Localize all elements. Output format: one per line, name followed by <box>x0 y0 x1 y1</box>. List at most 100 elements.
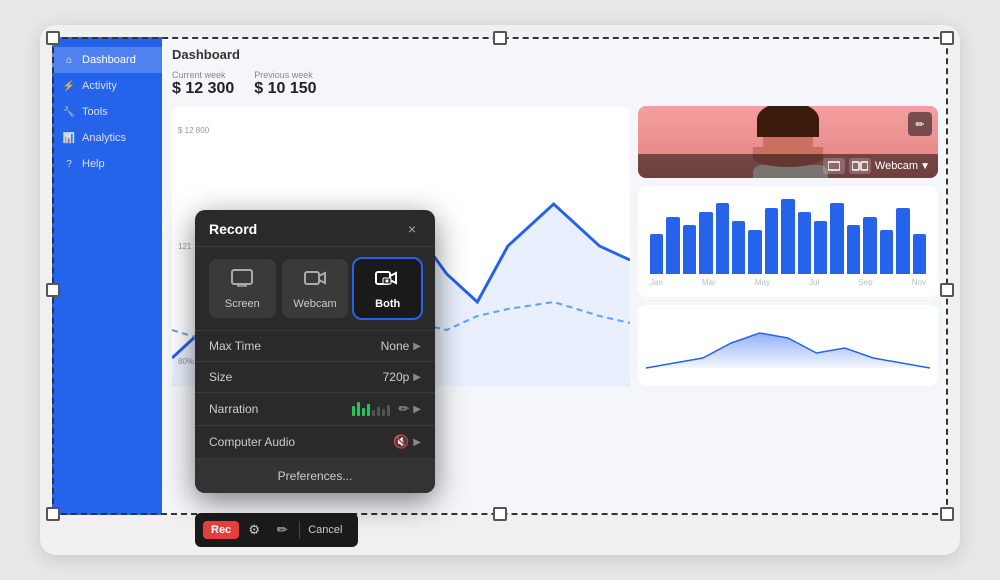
home-icon: ⌂ <box>62 53 76 67</box>
bar-item <box>830 203 843 274</box>
bar-item <box>798 212 811 274</box>
webcam-view-icons <box>823 158 871 174</box>
narration-level-bars <box>352 402 390 416</box>
size-row[interactable]: Size 720p ▶ <box>195 362 435 393</box>
current-week-label: Current week <box>172 70 234 80</box>
size-chevron: ▶ <box>413 372 421 383</box>
narration-bar-3 <box>362 408 365 416</box>
help-icon: ? <box>62 157 76 171</box>
gear-button[interactable]: ⚙ <box>241 517 267 543</box>
previous-week-value: $ 10 150 <box>254 80 316 98</box>
computer-audio-row[interactable]: Computer Audio 🔇 ▶ <box>195 426 435 459</box>
size-label: Size <box>209 370 232 384</box>
area-chart-svg <box>646 313 930 373</box>
narration-edit-icon[interactable]: ✏ <box>398 401 409 417</box>
both-icon-svg <box>375 269 401 287</box>
stat-previous: Previous week $ 10 150 <box>254 70 316 98</box>
screen-mode-icon <box>231 269 253 292</box>
handle-top-left[interactable] <box>46 31 60 45</box>
handle-middle-right[interactable] <box>940 283 954 297</box>
dashboard-title: Dashboard <box>172 47 938 62</box>
record-panel: Record × Screen <box>195 210 435 493</box>
bar-item <box>896 208 909 274</box>
stats-row: Current week $ 12 300 Previous week $ 10… <box>172 70 938 98</box>
bottom-toolbar: Rec ⚙ ✏ Cancel <box>195 513 358 547</box>
area-chart-panel <box>638 305 938 386</box>
edit-icon: ✏ <box>915 118 924 131</box>
sidebar-item-dashboard[interactable]: ⌂ Dashboard <box>52 47 162 73</box>
record-settings: Max Time None ▶ Size 720p ▶ Narration <box>195 330 435 459</box>
max-time-label: Max Time <box>209 339 261 353</box>
webcam-mode-button[interactable]: Webcam <box>282 259 349 318</box>
preferences-button[interactable]: Preferences... <box>195 459 435 493</box>
computer-audio-chevron: ▶ <box>413 437 421 448</box>
bar-item <box>847 225 860 274</box>
analytics-icon: 📊 <box>62 131 76 145</box>
max-time-row[interactable]: Max Time None ▶ <box>195 331 435 362</box>
screen-icon-svg <box>231 269 253 287</box>
webcam-edit-button[interactable]: ✏ <box>908 112 932 136</box>
narration-bar-7 <box>382 409 385 416</box>
max-time-value: None ▶ <box>381 339 421 353</box>
webcam-panel: ✏ <box>638 106 938 178</box>
edit-button[interactable]: ✏ <box>269 517 295 543</box>
narration-bar-4 <box>367 404 370 416</box>
screen-view-btn[interactable] <box>823 158 845 174</box>
max-time-chevron: ▶ <box>413 341 421 352</box>
bar-item <box>863 217 876 274</box>
handle-bottom-left[interactable] <box>46 507 60 521</box>
webcam-label: Webcam <box>875 160 918 172</box>
edit-toolbar-icon: ✏ <box>277 522 288 538</box>
webcam-dropdown-icon[interactable]: ▼ <box>920 161 930 172</box>
tools-icon: 🔧 <box>62 105 76 119</box>
webcam-mode-icon <box>304 269 326 292</box>
narration-label: Narration <box>209 402 258 416</box>
handle-top-right[interactable] <box>940 31 954 45</box>
close-button[interactable]: × <box>403 220 421 238</box>
computer-audio-value: 🔇 ▶ <box>393 434 421 450</box>
stat-current: Current week $ 12 300 <box>172 70 234 98</box>
split-view-btn[interactable] <box>849 158 871 174</box>
webcam-icon-svg <box>304 269 326 287</box>
webcam-bottom-bar: Webcam ▼ <box>638 154 938 178</box>
sidebar-item-activity[interactable]: ⚡ Activity <box>52 73 162 99</box>
record-title: Record <box>209 221 257 237</box>
screen-mode-button[interactable]: Screen <box>209 259 276 318</box>
sidebar-item-help[interactable]: ? Help <box>52 151 162 177</box>
right-panels: ✏ <box>638 106 938 386</box>
handle-bottom-middle[interactable] <box>493 507 507 521</box>
bar-item <box>732 221 745 274</box>
narration-bar-5 <box>372 410 375 416</box>
sidebar-item-tools[interactable]: 🔧 Tools <box>52 99 162 125</box>
narration-bar-6 <box>377 407 380 416</box>
size-value: 720p ▶ <box>383 370 421 384</box>
sidebar-item-analytics[interactable]: 📊 Analytics <box>52 125 162 151</box>
bar-item <box>781 199 794 274</box>
both-mode-label: Both <box>375 298 400 310</box>
handle-bottom-right[interactable] <box>940 507 954 521</box>
screen-mode-label: Screen <box>225 298 260 310</box>
computer-audio-label: Computer Audio <box>209 435 295 449</box>
cancel-button[interactable]: Cancel <box>299 521 350 539</box>
record-header: Record × <box>195 210 435 247</box>
bar-chart-panel: Jan Mar May Jul Sep Nov <box>638 186 938 297</box>
mute-icon: 🔇 <box>393 434 409 450</box>
activity-icon: ⚡ <box>62 79 76 93</box>
both-mode-icon <box>375 269 401 292</box>
bar-item <box>683 225 696 274</box>
narration-bar-8 <box>387 405 390 416</box>
bar-item <box>765 208 778 274</box>
narration-row[interactable]: Narration ✏ ▶ <box>195 393 435 426</box>
webcam-mode-label: Webcam <box>293 298 336 310</box>
handle-middle-left[interactable] <box>46 283 60 297</box>
both-mode-button[interactable]: Both <box>354 259 421 318</box>
handle-top-middle[interactable] <box>493 31 507 45</box>
current-week-value: $ 12 300 <box>172 80 234 98</box>
bar-item <box>748 230 761 274</box>
screen-view-icon <box>828 161 840 171</box>
narration-value: ✏ ▶ <box>352 401 421 417</box>
rec-button[interactable]: Rec <box>203 521 239 539</box>
bar-item <box>650 234 663 274</box>
outer-container: ⌂ Dashboard ⚡ Activity 🔧 Tools 📊 Analyti… <box>40 25 960 555</box>
bar-item <box>814 221 827 274</box>
